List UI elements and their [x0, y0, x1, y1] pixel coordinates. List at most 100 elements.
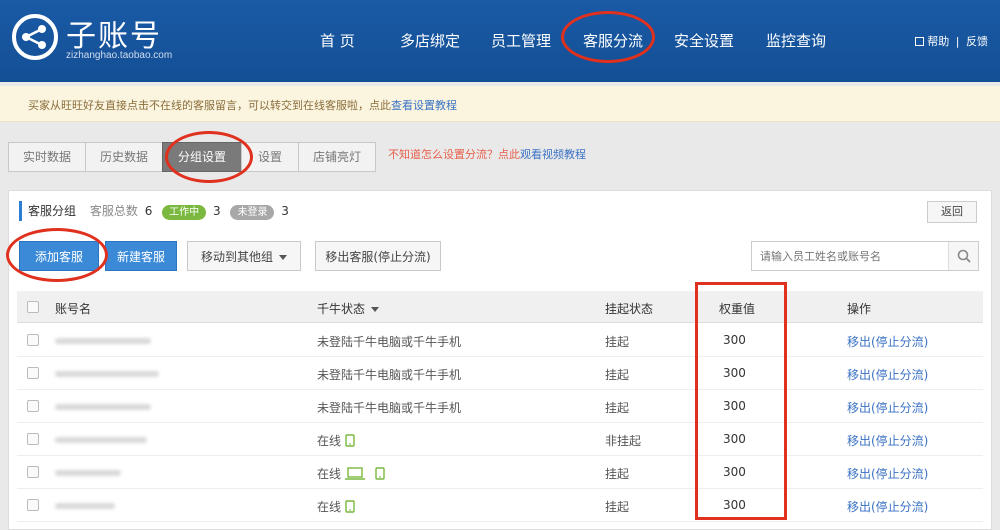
back-button[interactable]: 返回 — [927, 201, 977, 223]
add-service-button[interactable]: 添加客服 — [19, 241, 99, 271]
group-panel: 客服分组 客服总数 6 工作中 3 未登录 3 返回 添加客服 新建客服 移动到… — [8, 190, 992, 530]
hang-status: 非挂起 — [605, 434, 642, 448]
mobile-device-icon — [345, 500, 355, 516]
col-status-label: 千牛状态 — [317, 302, 366, 316]
row-checkbox[interactable] — [27, 400, 39, 412]
mobile-device-icon — [375, 467, 385, 483]
table-row: 未登陆千牛电脑或千牛手机 挂起 300 移出(停止分流) — [17, 324, 983, 357]
weight-value: 300 — [723, 399, 746, 413]
col-account: 账号名 — [55, 302, 92, 316]
group-title: 客服分组 — [19, 201, 76, 221]
qianniu-status-text: 未登陆千牛电脑或千牛手机 — [317, 335, 462, 349]
qianniu-status: 未登陆千牛电脑或千牛手机 — [317, 366, 461, 383]
offline-badge: 未登录 — [230, 205, 275, 220]
table-row: 在线 非挂起 300 移出(停止分流) — [17, 423, 983, 456]
move-group-dropdown[interactable]: 移动到其他组 — [187, 241, 301, 271]
top-header: 子账号 zizhanghao.taobao.com 首 页 多店绑定 员工管理 … — [0, 0, 1000, 82]
table-header: 账号名 千牛状态 挂起状态 权重值 操作 — [17, 291, 983, 323]
app-subtitle: zizhanghao.taobao.com — [66, 50, 173, 61]
search-box — [751, 241, 979, 271]
weight-value: 300 — [723, 432, 746, 446]
tab-group-settings[interactable]: 分组设置 — [162, 142, 242, 172]
remove-row-link[interactable]: 移出(停止分流) — [847, 432, 928, 449]
table-row: 在线 挂起 300 移出(停止分流) — [17, 489, 983, 522]
sort-caret-icon — [371, 307, 380, 312]
col-hang: 挂起状态 — [605, 302, 654, 316]
account-name-redacted — [55, 371, 159, 377]
remove-row-link[interactable]: 移出(停止分流) — [847, 366, 928, 383]
notice-tutorial-link[interactable]: 查看设置教程 — [391, 99, 457, 112]
qianniu-status: 未登陆千牛电脑或千牛手机 — [317, 399, 461, 416]
account-name-redacted — [55, 470, 121, 476]
group-summary: 客服分组 客服总数 6 工作中 3 未登录 3 — [19, 201, 289, 227]
weight-value: 300 — [723, 366, 746, 380]
select-all-checkbox[interactable] — [27, 301, 39, 313]
laptop-device-icon — [345, 467, 366, 483]
hang-status: 挂起 — [605, 401, 630, 415]
video-tutorial-link[interactable]: 观看视频教程 — [520, 148, 586, 161]
row-checkbox[interactable] — [27, 367, 39, 379]
qianniu-status: 在线 — [317, 465, 385, 483]
qianniu-status-text: 在线 — [317, 467, 342, 481]
qianniu-status-text: 未登陆千牛电脑或千牛手机 — [317, 401, 462, 415]
search-button[interactable] — [948, 242, 978, 270]
row-checkbox[interactable] — [27, 466, 39, 478]
col-status[interactable]: 千牛状态 — [317, 300, 380, 317]
nav-service-routing[interactable]: 客服分流 — [583, 30, 643, 51]
account-name-redacted — [55, 503, 115, 509]
row-checkbox[interactable] — [27, 433, 39, 445]
new-service-button[interactable]: 新建客服 — [105, 241, 177, 271]
external-link-icon — [915, 37, 925, 46]
help-link[interactable]: 帮助 — [927, 35, 949, 48]
routing-help-text: 不知道怎么设置分流？点此 — [388, 148, 520, 161]
hang-status: 挂起 — [605, 368, 630, 382]
offline-count: 3 — [281, 204, 289, 218]
qianniu-status-text: 在线 — [317, 500, 342, 514]
nav-multi-store[interactable]: 多店绑定 — [400, 30, 460, 51]
tab-settings[interactable]: 设置 — [241, 142, 299, 172]
link-separator: | — [955, 35, 960, 48]
remove-row-link[interactable]: 移出(停止分流) — [847, 399, 928, 416]
table-row: 在线 挂起 300 移出(停止分流) — [17, 456, 983, 489]
weight-value: 300 — [723, 498, 746, 512]
table-row: 未登陆千牛电脑或千牛手机 挂起 300 移出(停止分流) — [17, 357, 983, 390]
account-name-redacted — [55, 338, 151, 344]
nav-staff[interactable]: 员工管理 — [491, 30, 551, 51]
remove-row-link[interactable]: 移出(停止分流) — [847, 333, 928, 350]
hang-status: 挂起 — [605, 335, 630, 349]
app-title: 子账号 — [66, 19, 162, 54]
feedback-link[interactable]: 反馈 — [966, 35, 988, 48]
routing-help: 不知道怎么设置分流？点此观看视频教程 — [388, 146, 586, 162]
header-links: 帮助 | 反馈 — [915, 33, 988, 49]
nav-home[interactable]: 首 页 — [320, 30, 355, 51]
weight-value: 300 — [723, 465, 746, 479]
tab-store-light[interactable]: 店铺亮灯 — [298, 142, 376, 172]
nav-security[interactable]: 安全设置 — [674, 30, 734, 51]
mobile-device-icon — [345, 434, 355, 450]
table-row: 未登陆千牛电脑或千牛手机 挂起 300 移出(停止分流) — [17, 390, 983, 423]
working-badge: 工作中 — [162, 205, 207, 220]
weight-value: 300 — [723, 333, 746, 347]
account-name-redacted — [55, 404, 151, 410]
tab-realtime[interactable]: 实时数据 — [8, 142, 86, 172]
search-icon — [957, 249, 971, 263]
remove-service-button[interactable]: 移出客服(停止分流) — [315, 241, 441, 271]
notice-text: 买家从旺旺好友直接点击不在线的客服留言，可以转交到在线客服啦，点此查看设置教程 — [28, 97, 457, 113]
remove-row-link[interactable]: 移出(停止分流) — [847, 465, 928, 482]
qianniu-status: 在线 — [317, 498, 355, 516]
col-weight: 权重值 — [719, 302, 756, 316]
total-label: 客服总数 — [89, 204, 138, 218]
row-checkbox[interactable] — [27, 499, 39, 511]
tab-history[interactable]: 历史数据 — [85, 142, 163, 172]
account-name-redacted — [55, 437, 147, 443]
caret-down-icon — [279, 255, 287, 260]
hang-status: 挂起 — [605, 467, 630, 481]
remove-row-link[interactable]: 移出(停止分流) — [847, 498, 928, 515]
notice-bar: 买家从旺旺好友直接点击不在线的客服留言，可以转交到在线客服啦，点此查看设置教程 — [0, 86, 1000, 122]
qianniu-status-text: 在线 — [317, 434, 342, 448]
search-input[interactable] — [752, 242, 948, 270]
hang-status: 挂起 — [605, 500, 630, 514]
row-checkbox[interactable] — [27, 334, 39, 346]
working-count: 3 — [212, 204, 221, 218]
nav-monitor[interactable]: 监控查询 — [766, 30, 826, 51]
